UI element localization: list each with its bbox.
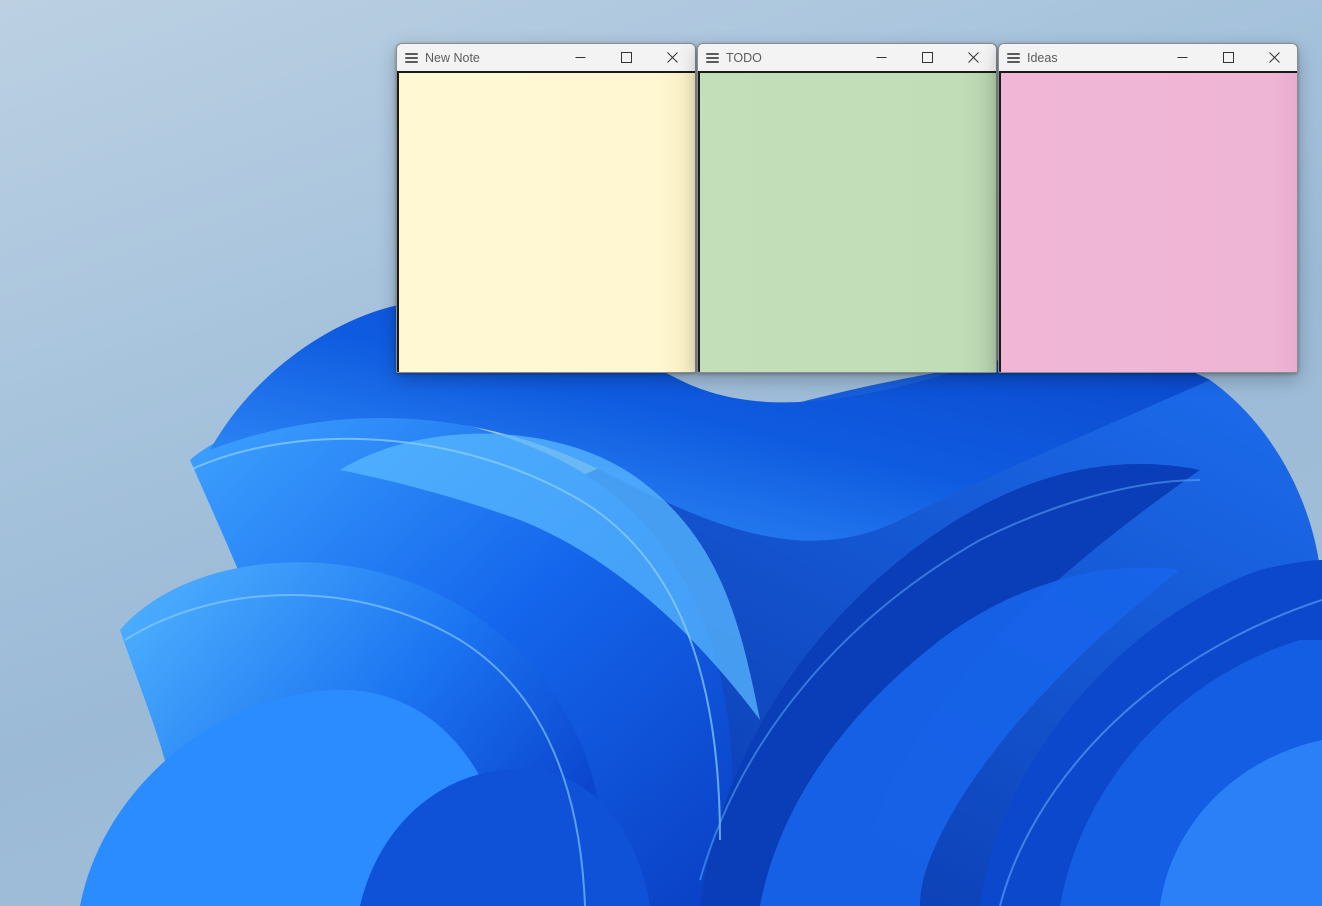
minimize-button[interactable] [1159, 44, 1205, 72]
note-titlebar[interactable]: New Note [397, 44, 695, 73]
note-body[interactable] [999, 73, 1297, 372]
minimize-icon [1177, 57, 1187, 58]
sticky-note-window[interactable]: Ideas [998, 43, 1298, 373]
note-titlebar[interactable]: Ideas [999, 44, 1297, 73]
close-icon [666, 52, 678, 63]
hamburger-menu-icon[interactable] [405, 52, 418, 63]
desktop[interactable]: New Note TODO Ideas [0, 0, 1322, 906]
note-titlebar[interactable]: TODO [698, 44, 996, 73]
note-title: TODO [726, 50, 762, 65]
minimize-icon [575, 57, 585, 58]
maximize-icon [620, 52, 632, 63]
minimize-button[interactable] [557, 44, 603, 72]
minimize-icon [876, 57, 886, 58]
note-title: Ideas [1027, 50, 1058, 65]
maximize-button[interactable] [603, 44, 649, 72]
hamburger-menu-icon[interactable] [1007, 52, 1020, 63]
sticky-note-window[interactable]: TODO [697, 43, 997, 373]
close-icon [1268, 52, 1280, 63]
maximize-icon [921, 52, 933, 63]
close-icon [967, 52, 979, 63]
close-button[interactable] [950, 44, 996, 72]
close-button[interactable] [649, 44, 695, 72]
maximize-icon [1222, 52, 1234, 63]
minimize-button[interactable] [858, 44, 904, 72]
hamburger-menu-icon[interactable] [706, 52, 719, 63]
note-body[interactable] [698, 73, 996, 372]
sticky-note-window[interactable]: New Note [396, 43, 696, 373]
note-body[interactable] [397, 73, 695, 372]
close-button[interactable] [1251, 44, 1297, 72]
note-title: New Note [425, 50, 480, 65]
maximize-button[interactable] [904, 44, 950, 72]
maximize-button[interactable] [1205, 44, 1251, 72]
